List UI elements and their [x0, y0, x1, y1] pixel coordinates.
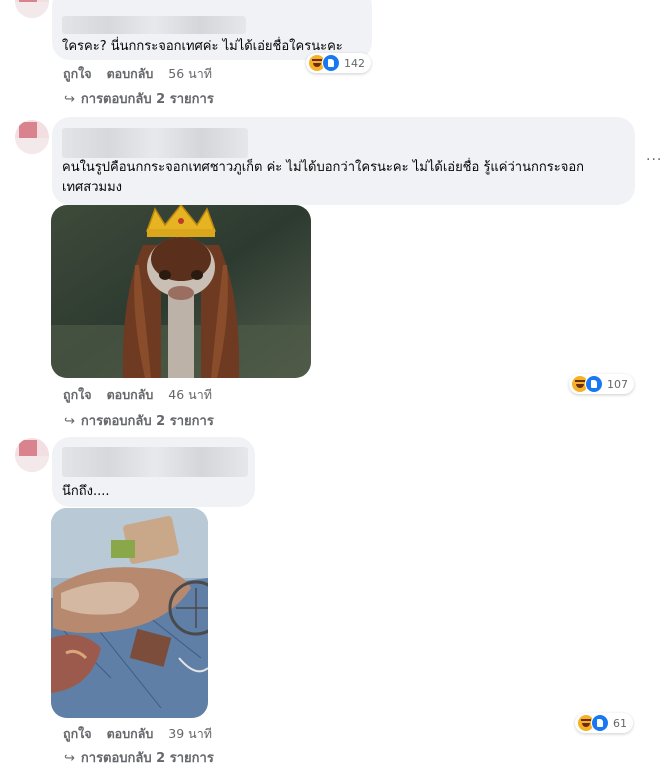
view-replies-link[interactable]: ↪ การตอบกลับ 2 รายการ — [64, 747, 214, 768]
reply-arrow-icon: ↪ — [64, 92, 75, 107]
like-button[interactable]: ถูกใจ — [63, 726, 92, 741]
avatar[interactable] — [15, 120, 49, 154]
reply-button[interactable]: ตอบกลับ — [107, 387, 154, 402]
reaction-summary[interactable]: 142 — [306, 53, 371, 73]
reaction-count: 61 — [613, 716, 627, 730]
comment-text-line-2: เทศสวมมง — [62, 180, 122, 195]
reaction-summary[interactable]: 61 — [575, 713, 633, 733]
comment-actions: ถูกใจ ตอบกลับ 39 นาที — [63, 724, 223, 744]
reply-button[interactable]: ตอบกลับ — [107, 726, 154, 741]
commenter-name[interactable] — [62, 16, 246, 34]
like-button[interactable]: ถูกใจ — [63, 66, 92, 81]
like-icon — [585, 375, 603, 393]
photo-illustration — [51, 508, 208, 718]
like-icon — [591, 714, 609, 732]
reply-button[interactable]: ตอบกลับ — [107, 66, 154, 81]
comment-actions: ถูกใจ ตอบกลับ 56 นาที — [63, 64, 223, 84]
replies-label: การตอบกลับ 2 รายการ — [80, 414, 214, 429]
view-replies-link[interactable]: ↪ การตอบกลับ 2 รายการ — [64, 88, 214, 109]
reply-arrow-icon: ↪ — [64, 751, 75, 766]
replies-label: การตอบกลับ 2 รายการ — [80, 751, 214, 766]
reaction-count: 107 — [607, 377, 628, 391]
avatar[interactable] — [15, 0, 49, 18]
comment-actions: ถูกใจ ตอบกลับ 46 นาที — [63, 385, 223, 405]
comment-text: ใครคะ? นี่นกกระจอกเทศค่ะ ไม่ได้เอ่ยชื่อใ… — [62, 39, 343, 54]
reaction-summary[interactable]: 107 — [569, 374, 634, 394]
timestamp[interactable]: 39 นาที — [168, 726, 212, 741]
photo-illustration — [51, 205, 311, 378]
messy-room-photo[interactable] — [51, 508, 208, 718]
avatar[interactable] — [15, 438, 49, 472]
more-options-icon[interactable]: ··· — [646, 152, 662, 168]
commenter-name[interactable] — [62, 447, 248, 477]
like-icon — [322, 54, 340, 72]
reaction-count: 142 — [344, 56, 365, 70]
comment-text: นึกถึง.... — [62, 484, 110, 499]
commenter-name[interactable] — [62, 128, 248, 158]
comment-text-line-1: คนในรูปคือนกกระจอกเทศชาวภูเก็ต ค่ะ ไม่ได… — [62, 160, 584, 175]
timestamp[interactable]: 46 นาที — [168, 387, 212, 402]
view-replies-link[interactable]: ↪ การตอบกลับ 2 รายการ — [64, 410, 214, 431]
replies-label: การตอบกลับ 2 รายการ — [80, 92, 214, 107]
timestamp[interactable]: 56 นาที — [168, 66, 212, 81]
ostrich-crown-photo[interactable] — [51, 205, 311, 378]
like-button[interactable]: ถูกใจ — [63, 387, 92, 402]
reply-arrow-icon: ↪ — [64, 414, 75, 429]
